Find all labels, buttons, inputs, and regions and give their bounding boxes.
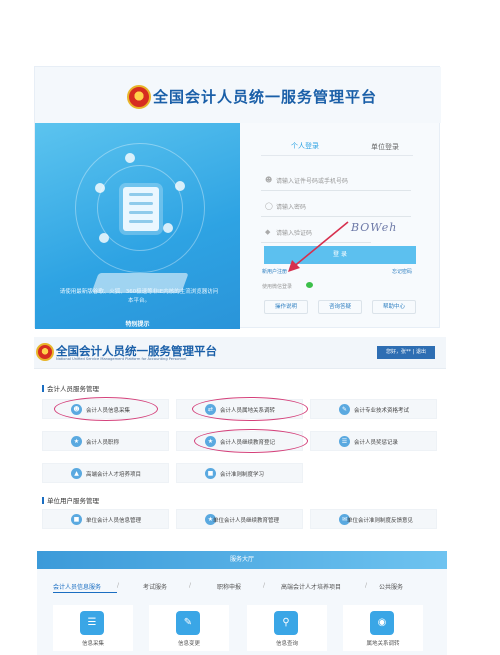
card-label: 会计准则制度学习 <box>220 472 265 478</box>
portal-header: 全国会计人员统一服务管理平台 National Unified Service … <box>34 337 446 369</box>
service-hall-title: 服务大厅 <box>37 551 447 569</box>
card-label: 会计人员奖惩记录 <box>354 440 399 446</box>
service-territorial-transfer[interactable]: ◉ 属地关系调转 <box>343 605 423 651</box>
tab-separator: / <box>117 582 120 589</box>
card-standards-study[interactable]: ■ 会计准则制度学习 <box>176 463 303 483</box>
card-label: 会计人员属地关系调转 <box>220 408 276 414</box>
card-info-collection[interactable]: ☻ 会计人员信息采集 <box>42 399 169 419</box>
user-icon: ☻ <box>71 404 82 415</box>
exam-icon: ✎ <box>339 404 350 415</box>
record-icon: ☰ <box>339 436 350 447</box>
tab-separator: / <box>263 582 266 589</box>
faq-button[interactable]: 咨询答疑 <box>318 300 362 314</box>
user-menu[interactable]: 您好，张** | 退出 <box>377 346 435 359</box>
login-page: 全国会计人员统一服务管理平台 特别提示 请使用最新版谷歌、火狐、360极速等非I… <box>34 66 441 329</box>
lock-icon: ◯ <box>265 202 273 210</box>
user-greeting: 您好，张** <box>386 349 412 355</box>
tab-public-service[interactable]: 公共服务 <box>379 582 403 591</box>
search-icon: ⚲ <box>274 611 298 635</box>
hero-bubble-icon <box>95 183 105 193</box>
card-label: 会计人员继续教育登记 <box>220 440 276 446</box>
card-org-info[interactable]: ■ 单位会计人员信息管理 <box>42 509 169 529</box>
org-icon: ■ <box>71 514 82 525</box>
tab-personnel-info[interactable]: 会计人员信息服务 <box>53 582 101 591</box>
card-label: 会计人员信息采集 <box>86 408 131 414</box>
card-territorial-transfer[interactable]: ⇄ 会计人员属地关系调转 <box>176 399 303 419</box>
card-label: 会计专业技术资格考试 <box>354 408 410 414</box>
card-label: 高端会计人才培养项目 <box>86 472 142 478</box>
annotation-arrow-icon <box>288 221 349 272</box>
tab-title-declaration[interactable]: 职称申报 <box>217 582 241 591</box>
card-label: 单位会计人员信息管理 <box>86 518 142 524</box>
portal-subtitle: National Unified Service Management Plat… <box>56 357 187 361</box>
password-placeholder: 请输入密码 <box>276 204 307 211</box>
username-placeholder: 请输入证件号码或手机号码 <box>276 178 349 185</box>
section-title-org: 单位用户服务管理 <box>42 495 99 505</box>
book-icon: ■ <box>205 468 216 479</box>
tab-exam-service[interactable]: 考试服务 <box>143 582 167 591</box>
service-info-query[interactable]: ⚲ 信息查询 <box>247 605 327 651</box>
card-reward-record[interactable]: ☰ 会计人员奖惩记录 <box>310 431 437 451</box>
service-label: 信息查询 <box>275 641 298 647</box>
service-hall: 服务大厅 会计人员信息服务 / 考试服务 / 职称申报 / 高端会计人才培养项目… <box>37 551 447 655</box>
password-field[interactable]: ◯ 请输入密码 <box>261 197 411 217</box>
service-label: 信息采集 <box>81 641 104 647</box>
education-icon: ★ <box>205 436 216 447</box>
username-field[interactable]: ☻ 请输入证件号码或手机号码 <box>261 171 411 191</box>
notice-text: 请使用最新版谷歌、火狐、360极速等非IE内核的主流浏览器访问本平台。 <box>59 289 219 304</box>
login-site-title: 全国会计人员统一服务管理平台 <box>153 88 378 106</box>
user-icon: ☻ <box>265 176 273 184</box>
card-talent-program[interactable]: ▲ 高端会计人才培养项目 <box>42 463 169 483</box>
card-org-education[interactable]: ★ 单位会计人员继续教育管理 <box>176 509 303 529</box>
card-org-feedback[interactable]: ✉ 单位会计准则制度反馈意见 <box>310 509 437 529</box>
hero-bubble-icon <box>125 153 135 163</box>
captcha-image[interactable]: BOWeh <box>351 221 403 239</box>
service-info-collection[interactable]: ☰ 信息采集 <box>53 605 133 651</box>
logout-link[interactable]: 退出 <box>416 349 426 355</box>
wechat-login-link[interactable]: 使用微信登录 <box>262 283 292 290</box>
login-header: 全国会计人员统一服务管理平台 <box>35 67 441 123</box>
transfer-icon: ⇄ <box>205 404 216 415</box>
shield-icon: ◆ <box>265 228 271 236</box>
card-continuing-education[interactable]: ★ 会计人员继续教育登记 <box>176 431 303 451</box>
tab-divider <box>261 155 413 156</box>
card-professional-title[interactable]: ★ 会计人员职称 <box>42 431 169 451</box>
form-icon: ☰ <box>80 611 104 635</box>
wechat-icon[interactable] <box>306 282 313 288</box>
notice-title: 特别提示 <box>125 321 150 328</box>
service-info-change[interactable]: ✎ 信息变更 <box>149 605 229 651</box>
help-center-button[interactable]: 帮助中心 <box>372 300 416 314</box>
tab-separator: / <box>189 582 192 589</box>
card-qualification-exam[interactable]: ✎ 会计专业技术资格考试 <box>310 399 437 419</box>
card-label: 单位会计人员继续教育管理 <box>213 518 280 524</box>
tab-org-login[interactable]: 单位登录 <box>371 142 399 152</box>
service-label: 属地关系调转 <box>366 641 400 647</box>
hero-bubble-icon <box>163 223 173 233</box>
location-icon: ◉ <box>370 611 394 635</box>
tab-personal-login[interactable]: 个人登录 <box>291 141 319 151</box>
national-emblem-icon <box>127 85 151 109</box>
service-label: 信息变更 <box>177 641 200 647</box>
card-label: 会计人员职称 <box>86 440 120 446</box>
title-icon: ★ <box>71 436 82 447</box>
portal-page: 全国会计人员统一服务管理平台 National Unified Service … <box>34 337 446 533</box>
section-title-personnel: 会计人员服务管理 <box>42 383 99 393</box>
talent-icon: ▲ <box>71 468 82 479</box>
national-emblem-icon <box>36 343 54 361</box>
tab-separator: / <box>365 582 368 589</box>
card-label: 单位会计准则制度反馈意见 <box>347 518 414 524</box>
forgot-password-link[interactable]: 忘记密码 <box>392 268 412 275</box>
edit-icon: ✎ <box>176 611 200 635</box>
active-tab-underline <box>53 592 117 593</box>
document-icon <box>123 187 159 231</box>
hero-bubble-icon <box>175 181 185 191</box>
help-guide-button[interactable]: 操作说明 <box>264 300 308 314</box>
tab-talent-program[interactable]: 高端会计人才培养项目 <box>281 582 341 591</box>
register-link[interactable]: 新用户注册 <box>262 268 287 275</box>
hero-bubble-icon <box>99 233 109 243</box>
